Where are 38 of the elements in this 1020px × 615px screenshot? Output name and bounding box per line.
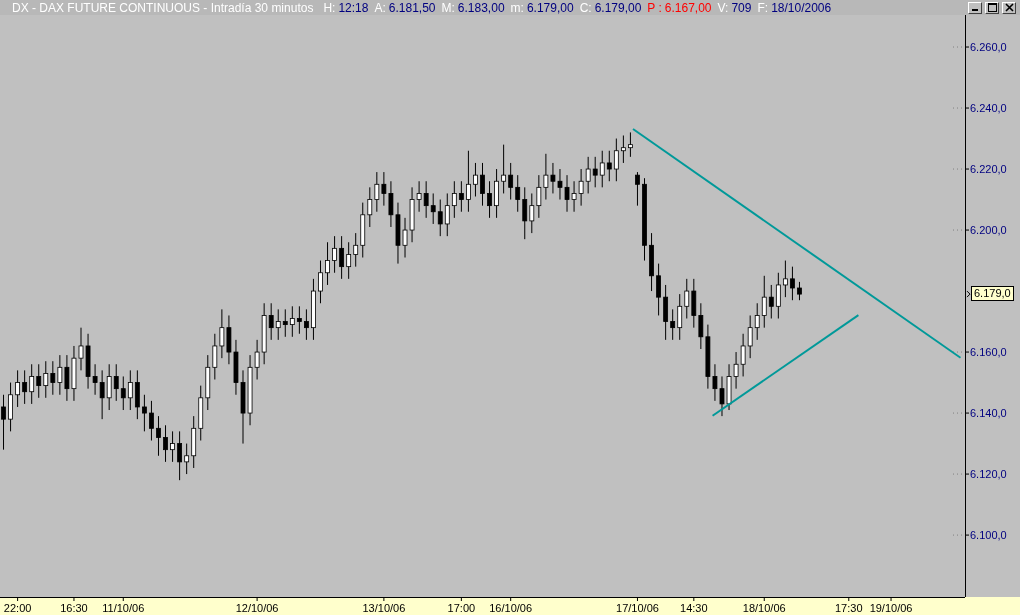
quote-value: 709 (731, 0, 752, 15)
time-axis-label: 22:00 (3, 602, 32, 614)
price-axis-label: 6.200,0 (970, 224, 1007, 237)
time-axis-label: 17:30 (835, 602, 863, 614)
time-axis-label: 14:30 (680, 602, 708, 614)
time-axis-label: 17/10/06 (616, 602, 659, 614)
price-axis-label: 6.100,0 (970, 529, 1007, 542)
quote-label: A: (374, 0, 386, 15)
quote-label: F: (757, 0, 769, 15)
price-axis-label: 6.220,0 (970, 163, 1007, 176)
price-axis-label: 6.140,0 (970, 407, 1007, 420)
quote-label: C: (579, 0, 592, 15)
time-axis-label: 19/10/06 (869, 602, 913, 614)
quote-label: M: (441, 0, 455, 15)
time-axis-label: 18/10/06 (742, 602, 786, 614)
quote-value: 12:18 (338, 0, 369, 15)
quote-value: 6.167,00 (664, 0, 712, 15)
price-axis-label: 6.160,0 (970, 346, 1007, 359)
time-axis-label: 12/10/06 (235, 602, 279, 614)
quote-value: 6.179,00 (594, 0, 642, 15)
price-axis-label: 6.240,0 (970, 102, 1007, 115)
time-axis-label: 13/10/06 (362, 602, 406, 614)
quote-value: 6.183,00 (457, 0, 505, 15)
window-title: DX - DAX FUTURE CONTINUOUS - Intradía 30 minutos (12, 0, 314, 15)
quote-label: H: (323, 0, 336, 15)
quote-label: m: (510, 0, 524, 15)
last-price-tag: 6.179,0 (971, 286, 1014, 302)
time-axis-label: 16:30 (60, 602, 88, 614)
quote-label: V: (717, 0, 729, 15)
time-axis-label: 16/10/06 (489, 602, 533, 614)
time-axis-label: 11/10/06 (102, 602, 145, 614)
price-axis-label: 6.260,0 (970, 41, 1007, 54)
quote-label: P : (647, 0, 662, 15)
quote-value: 6.181,50 (388, 0, 436, 15)
price-axis-label: 6.120,0 (970, 468, 1007, 481)
quote-value: 18/10/2006 (771, 0, 832, 15)
time-axis-label: 17:00 (447, 602, 476, 614)
quote-value: 6.179,00 (526, 0, 574, 15)
